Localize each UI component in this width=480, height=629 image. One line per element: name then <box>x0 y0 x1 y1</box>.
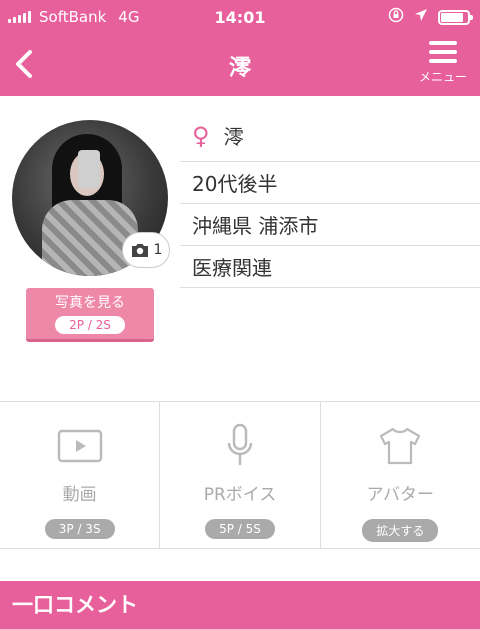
age-value: 20代後半 <box>192 172 278 196</box>
status-bar: SoftBank 4G 14:01 <box>0 0 480 34</box>
page-title: 澪 <box>228 56 251 81</box>
pr-voice-label: PRボイス <box>203 485 277 505</box>
avatar-enlarge: 拡大する <box>362 519 439 542</box>
user-name: 澪 <box>223 125 244 149</box>
video-cost: 3P / 3S <box>44 519 115 539</box>
age-row: 20代後半 <box>180 162 480 204</box>
comment-header: 一口コメント <box>0 581 480 629</box>
feature-bar: 動画 3P / 3S PRボイス 5P / 5S アバター 拡大する <box>0 401 480 549</box>
location-value: 沖縄県 浦添市 <box>192 214 319 238</box>
battery-icon <box>438 9 473 25</box>
microphone-icon <box>160 416 319 476</box>
video-label: 動画 <box>62 485 97 505</box>
menu-label: メニュー <box>418 70 467 84</box>
rotation-lock-icon <box>388 7 404 27</box>
video-icon <box>0 416 159 476</box>
photo-count: 1 <box>153 242 163 258</box>
profile-info: ♀ 澪 20代後半 沖縄県 浦添市 医療関連 <box>180 110 480 288</box>
location-arrow-icon <box>414 8 428 26</box>
menu-button[interactable]: メニュー <box>416 36 470 85</box>
view-photos-button[interactable]: 写真を見る 2P / 2S <box>26 288 154 342</box>
pr-voice-cost: 5P / 5S <box>205 519 275 539</box>
pr-voice-button[interactable]: PRボイス 5P / 5S <box>160 402 321 548</box>
female-icon: ♀ <box>192 121 210 150</box>
avatar-button[interactable]: アバター 拡大する <box>321 402 480 548</box>
profile-section: 1 写真を見る 2P / 2S ♀ 澪 20代後半 沖縄県 浦添市 医療関連 <box>0 96 480 402</box>
view-photos-label: 写真を見る <box>55 295 125 311</box>
shirt-icon <box>321 416 480 476</box>
hamburger-icon <box>429 41 457 63</box>
status-icons <box>388 7 473 27</box>
camera-icon <box>131 244 148 257</box>
view-photos-cost: 2P / 2S <box>55 316 125 334</box>
job-value: 医療関連 <box>192 256 272 280</box>
avatar-label: アバター <box>366 485 434 505</box>
location-row: 沖縄県 浦添市 <box>180 204 480 246</box>
photo-count-badge[interactable]: 1 <box>122 232 170 268</box>
name-row: ♀ 澪 <box>180 110 480 162</box>
nav-bar: 澪 メニュー <box>0 34 480 96</box>
job-row: 医療関連 <box>180 246 480 288</box>
video-button[interactable]: 動画 3P / 3S <box>0 402 161 548</box>
